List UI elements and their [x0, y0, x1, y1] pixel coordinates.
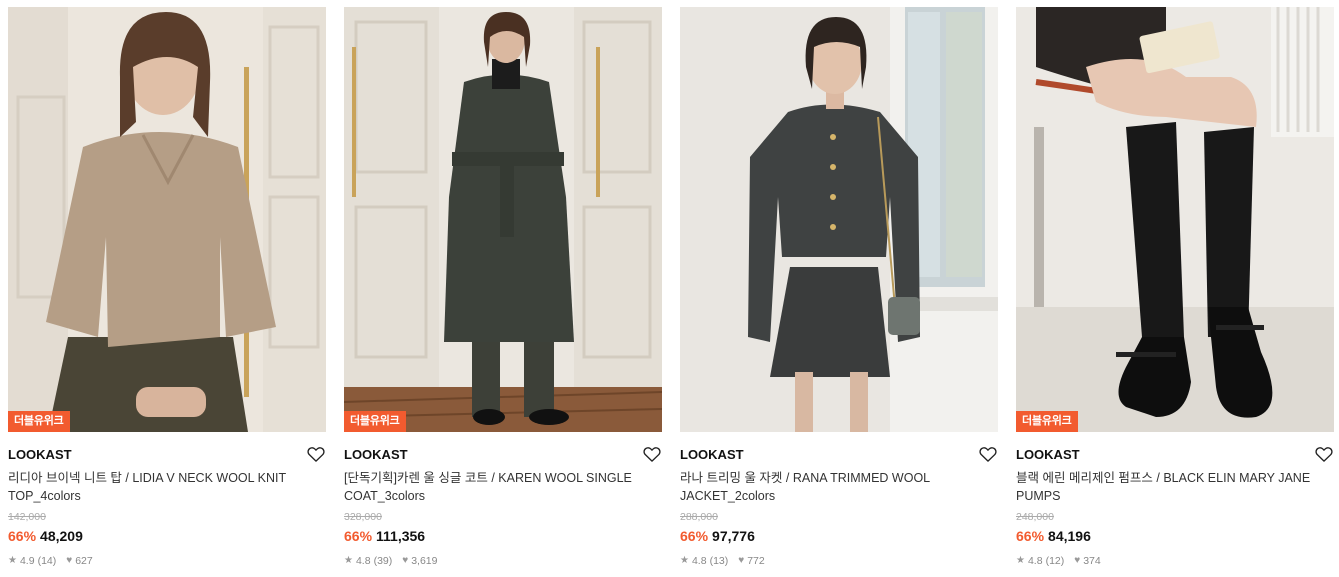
- price-row: 66% 48,209: [8, 527, 326, 545]
- heart-outline-icon[interactable]: [978, 444, 998, 464]
- sale-price: 48,209: [40, 528, 83, 544]
- product-stats: ★ 4.8 (39) ♥ 3,619: [344, 554, 662, 568]
- brand-name[interactable]: LOOKAST: [344, 446, 408, 463]
- product-title[interactable]: 라나 트리밍 울 자켓 / RANA TRIMMED WOOL JACKET_2…: [680, 469, 980, 505]
- product-card[interactable]: 더블유위크 LOOKAST [단독기획]카렌 울 싱글 코트 / KAREN W…: [344, 7, 662, 577]
- review-count: (14): [37, 555, 57, 567]
- product-stats: ★ 4.8 (13) ♥ 772: [680, 554, 998, 568]
- review-count: (12): [1045, 555, 1065, 567]
- rating-value: 4.9: [19, 555, 35, 567]
- rating-value: 4.8: [355, 555, 371, 567]
- brand-name[interactable]: LOOKAST: [680, 446, 744, 463]
- like-count: 3,619: [411, 555, 438, 567]
- brand-name[interactable]: LOOKAST: [8, 446, 72, 463]
- sale-price: 111,356: [376, 528, 426, 544]
- heart-filled-icon: ♥: [1074, 555, 1081, 566]
- product-photo-knit-top: [8, 7, 326, 432]
- sale-price: 84,196: [1048, 528, 1091, 544]
- discount-rate: 66%: [344, 528, 373, 544]
- product-title[interactable]: 리디아 브이넥 니트 탑 / LIDIA V NECK WOOL KNIT TO…: [8, 469, 308, 505]
- star-icon: ★: [8, 555, 17, 566]
- original-price: 248,000: [1016, 511, 1054, 523]
- product-title[interactable]: [단독기획]카렌 울 싱글 코트 / KAREN WOOL SINGLE COA…: [344, 469, 644, 505]
- original-price: 288,000: [680, 511, 718, 523]
- product-image[interactable]: 더블유위크: [344, 7, 662, 432]
- product-photo-wool-coat: [344, 7, 662, 432]
- product-image[interactable]: 더블유위크: [8, 7, 326, 432]
- heart-outline-icon[interactable]: [1314, 444, 1334, 464]
- product-card[interactable]: LOOKAST 라나 트리밍 울 자켓 / RANA TRIMMED WOOL …: [680, 7, 998, 577]
- sale-price: 97,776: [712, 528, 755, 544]
- promo-badge: 더블유위크: [1016, 411, 1078, 432]
- product-card[interactable]: 더블유위크 LOOKAST 블랙 에린 메리제인 펌프스 / BLACK ELI…: [1016, 7, 1334, 577]
- original-price: 328,000: [344, 511, 382, 523]
- discount-rate: 66%: [8, 528, 37, 544]
- product-stats: ★ 4.8 (12) ♥ 374: [1016, 554, 1334, 568]
- review-count: (13): [709, 555, 729, 567]
- heart-filled-icon: ♥: [402, 555, 409, 566]
- star-icon: ★: [1016, 555, 1025, 566]
- heart-filled-icon: ♥: [738, 555, 745, 566]
- star-icon: ★: [344, 555, 353, 566]
- product-card[interactable]: 더블유위크 LOOKAST 리디아 브이넥 니트 탑 / LIDIA V NEC…: [8, 7, 326, 577]
- star-icon: ★: [680, 555, 689, 566]
- heart-outline-icon[interactable]: [642, 444, 662, 464]
- discount-rate: 66%: [680, 528, 709, 544]
- review-count: (39): [373, 555, 393, 567]
- rating-value: 4.8: [691, 555, 707, 567]
- product-title[interactable]: 블랙 에린 메리제인 펌프스 / BLACK ELIN MARY JANE PU…: [1016, 469, 1316, 505]
- product-image[interactable]: [680, 7, 998, 432]
- brand-name[interactable]: LOOKAST: [1016, 446, 1080, 463]
- price-row: 66% 111,356: [344, 527, 662, 545]
- promo-badge: 더블유위크: [344, 411, 406, 432]
- product-grid: 더블유위크 LOOKAST 리디아 브이넥 니트 탑 / LIDIA V NEC…: [0, 0, 1339, 577]
- heart-filled-icon: ♥: [66, 555, 73, 566]
- price-row: 66% 84,196: [1016, 527, 1334, 545]
- like-count: 772: [747, 555, 765, 567]
- promo-badge: 더블유위크: [8, 411, 70, 432]
- original-price: 142,000: [8, 511, 46, 523]
- product-photo-tweed-jacket: [680, 7, 998, 432]
- product-stats: ★ 4.9 (14) ♥ 627: [8, 554, 326, 568]
- like-count: 627: [75, 555, 93, 567]
- product-image[interactable]: 더블유위크: [1016, 7, 1334, 432]
- product-photo-mary-jane-pumps: [1016, 7, 1334, 432]
- heart-outline-icon[interactable]: [306, 444, 326, 464]
- discount-rate: 66%: [1016, 528, 1045, 544]
- price-row: 66% 97,776: [680, 527, 998, 545]
- rating-value: 4.8: [1027, 555, 1043, 567]
- like-count: 374: [1083, 555, 1101, 567]
